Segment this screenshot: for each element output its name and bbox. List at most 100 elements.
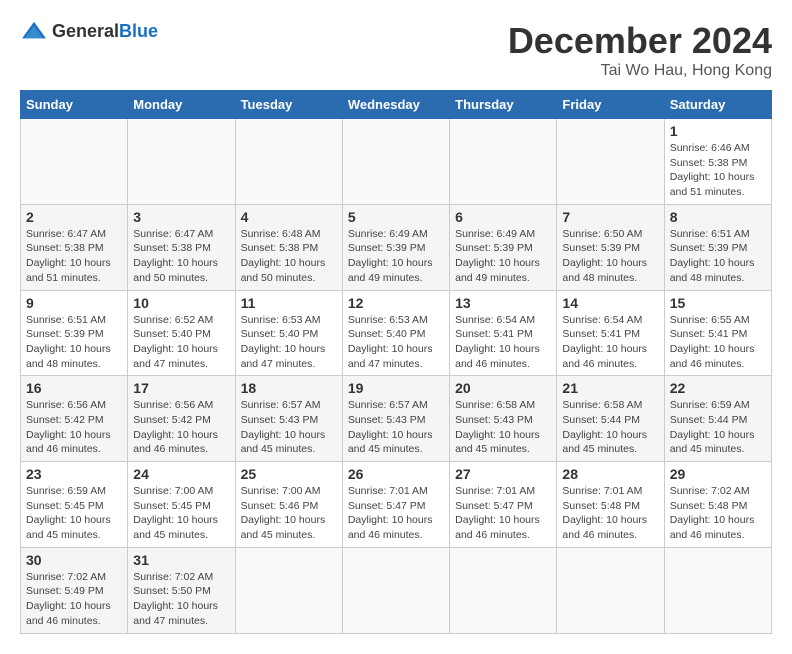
day-number: 29 [670,466,766,482]
day-info: Sunrise: 6:59 AMSunset: 5:44 PMDaylight:… [670,398,766,457]
month-title: December 2024 [508,20,772,62]
empty-cell [21,119,128,205]
day-number: 8 [670,209,766,225]
empty-cell [557,119,664,205]
day-number: 30 [26,552,122,568]
day-info: Sunrise: 6:49 AMSunset: 5:39 PMDaylight:… [348,227,444,286]
calendar-day-12: 12 Sunrise: 6:53 AMSunset: 5:40 PMDayligh… [342,290,449,376]
day-number: 18 [241,380,337,396]
day-info: Sunrise: 6:51 AMSunset: 5:39 PMDaylight:… [670,227,766,286]
calendar-day-8: 8 Sunrise: 6:51 AMSunset: 5:39 PMDaylight… [664,204,771,290]
calendar-week-row: 2 Sunrise: 6:47 AMSunset: 5:38 PMDaylight… [21,204,772,290]
empty-cell [342,547,449,633]
calendar-day-4: 4 Sunrise: 6:48 AMSunset: 5:38 PMDaylight… [235,204,342,290]
day-number: 2 [26,209,122,225]
day-number: 28 [562,466,658,482]
day-number: 24 [133,466,229,482]
day-number: 17 [133,380,229,396]
day-info: Sunrise: 7:01 AMSunset: 5:47 PMDaylight:… [348,484,444,543]
column-header-monday: Monday [128,91,235,119]
calendar-week-row: 9Sunrise: 6:51 AMSunset: 5:39 PMDaylight… [21,290,772,376]
calendar-day-22: 22 Sunrise: 6:59 AMSunset: 5:44 PMDayligh… [664,376,771,462]
calendar-day-18: 18 Sunrise: 6:57 AMSunset: 5:43 PMDayligh… [235,376,342,462]
calendar-day-15: 15 Sunrise: 6:55 AMSunset: 5:41 PMDayligh… [664,290,771,376]
logo-general: General [52,21,119,41]
day-info: Sunrise: 6:47 AMSunset: 5:38 PMDaylight:… [133,227,229,286]
calendar-week-row: 16Sunrise: 6:56 AMSunset: 5:42 PMDayligh… [21,376,772,462]
day-number: 27 [455,466,551,482]
day-info: Sunrise: 6:56 AMSunset: 5:42 PMDaylight:… [26,398,122,457]
day-number: 25 [241,466,337,482]
logo-blue: Blue [119,21,158,41]
day-info: Sunrise: 6:53 AMSunset: 5:40 PMDaylight:… [241,313,337,372]
day-number: 21 [562,380,658,396]
calendar-day-29: 29 Sunrise: 7:02 AMSunset: 5:48 PMDayligh… [664,462,771,548]
day-number: 15 [670,295,766,311]
calendar-day-30: 30 Sunrise: 7:02 AMSunset: 5:49 PMDayligh… [21,547,128,633]
day-number: 23 [26,466,122,482]
empty-cell [664,547,771,633]
day-info: Sunrise: 6:59 AMSunset: 5:45 PMDaylight:… [26,484,122,543]
page-header: GeneralBlue December 2024 Tai Wo Hau, Ho… [20,20,772,80]
day-number: 31 [133,552,229,568]
calendar-day-13: 13 Sunrise: 6:54 AMSunset: 5:41 PMDayligh… [450,290,557,376]
calendar-day-2: 2Sunrise: 6:47 AMSunset: 5:38 PMDaylight… [21,204,128,290]
column-header-tuesday: Tuesday [235,91,342,119]
day-number: 1 [670,123,766,139]
day-info: Sunrise: 7:02 AMSunset: 5:50 PMDaylight:… [133,570,229,629]
day-info: Sunrise: 6:58 AMSunset: 5:43 PMDaylight:… [455,398,551,457]
day-info: Sunrise: 6:54 AMSunset: 5:41 PMDaylight:… [455,313,551,372]
day-info: Sunrise: 7:02 AMSunset: 5:49 PMDaylight:… [26,570,122,629]
calendar-title-area: December 2024 Tai Wo Hau, Hong Kong [508,20,772,80]
day-number: 22 [670,380,766,396]
calendar-day-25: 25 Sunrise: 7:00 AMSunset: 5:46 PMDayligh… [235,462,342,548]
day-info: Sunrise: 6:53 AMSunset: 5:40 PMDaylight:… [348,313,444,372]
day-number: 4 [241,209,337,225]
day-info: Sunrise: 6:57 AMSunset: 5:43 PMDaylight:… [241,398,337,457]
calendar-day-1: 1 Sunrise: 6:46 AMSunset: 5:38 PMDaylight… [664,119,771,205]
day-info: Sunrise: 6:57 AMSunset: 5:43 PMDaylight:… [348,398,444,457]
calendar-header-row: SundayMondayTuesdayWednesdayThursdayFrid… [21,91,772,119]
day-number: 3 [133,209,229,225]
day-number: 7 [562,209,658,225]
empty-cell [235,547,342,633]
logo-text: GeneralBlue [52,21,158,42]
day-info: Sunrise: 7:01 AMSunset: 5:48 PMDaylight:… [562,484,658,543]
day-number: 13 [455,295,551,311]
day-number: 6 [455,209,551,225]
day-number: 20 [455,380,551,396]
calendar-day-11: 11 Sunrise: 6:53 AMSunset: 5:40 PMDayligh… [235,290,342,376]
day-number: 12 [348,295,444,311]
calendar-day-21: 21Sunrise: 6:58 AMSunset: 5:44 PMDayligh… [557,376,664,462]
generalblue-logo-icon [20,20,48,42]
calendar-week-row: 23 Sunrise: 6:59 AMSunset: 5:45 PMDayligh… [21,462,772,548]
calendar-week-row: 1 Sunrise: 6:46 AMSunset: 5:38 PMDaylight… [21,119,772,205]
day-info: Sunrise: 6:49 AMSunset: 5:39 PMDaylight:… [455,227,551,286]
day-info: Sunrise: 6:46 AMSunset: 5:38 PMDaylight:… [670,141,766,200]
day-info: Sunrise: 6:55 AMSunset: 5:41 PMDaylight:… [670,313,766,372]
calendar-day-27: 27Sunrise: 7:01 AMSunset: 5:47 PMDayligh… [450,462,557,548]
day-info: Sunrise: 6:56 AMSunset: 5:42 PMDaylight:… [133,398,229,457]
day-info: Sunrise: 7:00 AMSunset: 5:45 PMDaylight:… [133,484,229,543]
calendar-day-10: 10Sunrise: 6:52 AMSunset: 5:40 PMDayligh… [128,290,235,376]
day-info: Sunrise: 6:52 AMSunset: 5:40 PMDaylight:… [133,313,229,372]
day-info: Sunrise: 6:54 AMSunset: 5:41 PMDaylight:… [562,313,658,372]
calendar-day-19: 19 Sunrise: 6:57 AMSunset: 5:43 PMDayligh… [342,376,449,462]
empty-cell [342,119,449,205]
calendar-day-24: 24 Sunrise: 7:00 AMSunset: 5:45 PMDayligh… [128,462,235,548]
day-info: Sunrise: 7:00 AMSunset: 5:46 PMDaylight:… [241,484,337,543]
empty-cell [235,119,342,205]
calendar-day-26: 26Sunrise: 7:01 AMSunset: 5:47 PMDayligh… [342,462,449,548]
calendar-day-14: 14Sunrise: 6:54 AMSunset: 5:41 PMDayligh… [557,290,664,376]
day-number: 11 [241,295,337,311]
calendar-day-16: 16Sunrise: 6:56 AMSunset: 5:42 PMDayligh… [21,376,128,462]
day-number: 19 [348,380,444,396]
column-header-thursday: Thursday [450,91,557,119]
column-header-sunday: Sunday [21,91,128,119]
column-header-saturday: Saturday [664,91,771,119]
day-info: Sunrise: 7:02 AMSunset: 5:48 PMDaylight:… [670,484,766,543]
calendar-day-28: 28 Sunrise: 7:01 AMSunset: 5:48 PMDayligh… [557,462,664,548]
column-header-wednesday: Wednesday [342,91,449,119]
day-info: Sunrise: 6:50 AMSunset: 5:39 PMDaylight:… [562,227,658,286]
day-info: Sunrise: 6:48 AMSunset: 5:38 PMDaylight:… [241,227,337,286]
